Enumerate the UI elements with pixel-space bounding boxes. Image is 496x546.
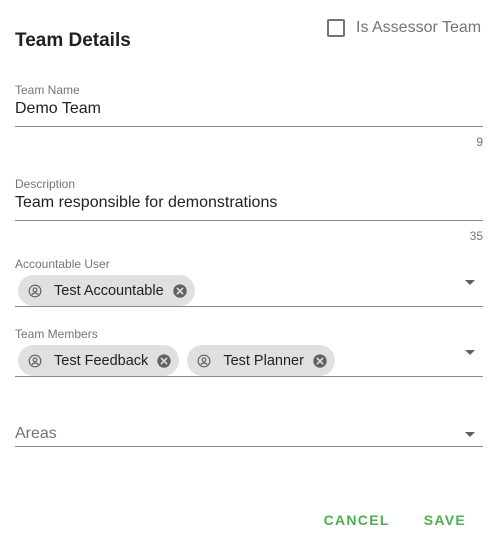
accountable-user-chips: Test Accountable <box>18 275 195 306</box>
cancel-button[interactable]: CANCEL <box>324 512 390 528</box>
accountable-user-field[interactable]: Accountable User Test Accountable <box>15 257 483 309</box>
team-members-field[interactable]: Team Members Test Feedback Test Planner <box>15 327 483 379</box>
assessor-team-label: Is Assessor Team <box>356 19 482 36</box>
team-details-dialog: Team Details Is Assessor Team Team Name … <box>0 0 496 546</box>
account-circle-icon <box>28 284 42 298</box>
close-circle-icon[interactable] <box>312 353 328 369</box>
team-name-counter: 9 <box>476 135 483 149</box>
chip-label: Test Planner <box>223 352 304 369</box>
accountable-user-underline <box>15 306 483 307</box>
chip-test-planner[interactable]: Test Planner <box>187 345 335 376</box>
dialog-title: Team Details <box>15 30 131 51</box>
team-name-input[interactable]: Demo Team <box>15 100 483 118</box>
description-field: Description Team responsible for demonst… <box>15 177 483 247</box>
description-input[interactable]: Team responsible for demonstrations <box>15 194 483 212</box>
chip-label: Test Accountable <box>54 282 164 299</box>
dropdown-arrow-icon[interactable] <box>465 350 475 355</box>
accountable-user-label: Accountable User <box>15 257 110 271</box>
team-name-field: Team Name Demo Team 9 <box>15 83 483 153</box>
close-circle-icon[interactable] <box>156 353 172 369</box>
save-button[interactable]: SAVE <box>424 512 466 528</box>
description-counter: 35 <box>469 229 483 243</box>
close-circle-icon[interactable] <box>172 283 188 299</box>
account-circle-icon <box>197 354 211 368</box>
dropdown-arrow-icon[interactable] <box>465 432 475 437</box>
team-members-chips: Test Feedback Test Planner <box>18 345 335 376</box>
checkbox-box[interactable] <box>327 19 345 37</box>
chip-test-feedback[interactable]: Test Feedback <box>18 345 180 376</box>
dropdown-arrow-icon[interactable] <box>465 280 475 285</box>
description-underline <box>15 220 483 221</box>
description-label: Description <box>15 177 76 191</box>
areas-field[interactable]: Areas <box>15 425 483 449</box>
assessor-team-checkbox[interactable]: Is Assessor Team <box>327 19 481 37</box>
dialog-actions: CANCEL SAVE <box>324 512 466 528</box>
account-circle-icon <box>28 354 42 368</box>
team-members-underline <box>15 376 483 377</box>
team-name-label: Team Name <box>15 83 80 97</box>
team-members-label: Team Members <box>15 327 98 341</box>
areas-label: Areas <box>15 425 57 442</box>
chip-test-accountable[interactable]: Test Accountable <box>18 275 195 306</box>
areas-underline <box>15 446 483 447</box>
chip-label: Test Feedback <box>54 352 149 369</box>
team-name-underline <box>15 126 483 127</box>
